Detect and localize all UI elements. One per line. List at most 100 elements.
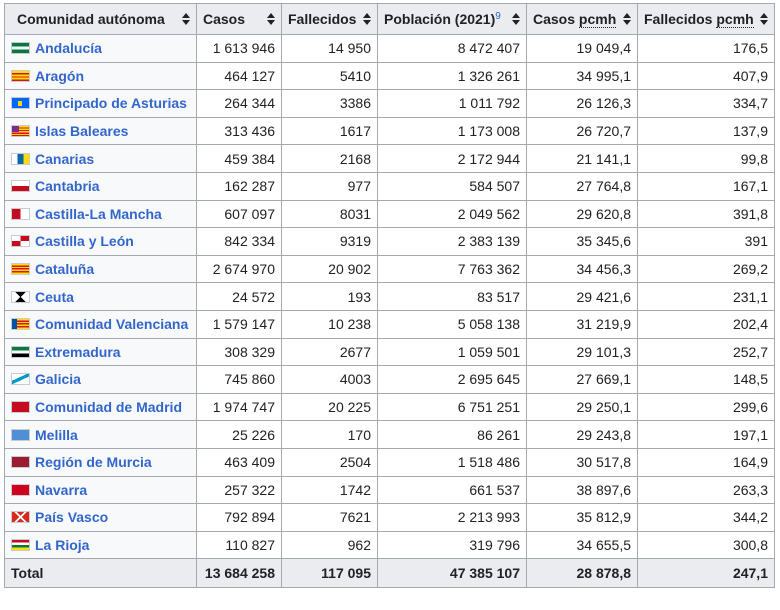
region-cell: Galicia [4,365,197,394]
fallecidos-cell: 5410 [281,61,378,91]
table-row: Cataluña 2 674 970 20 902 7 763 362 34 456,3… [4,254,775,284]
region-link[interactable]: Extremadura [35,344,121,360]
column-header-casos[interactable]: Casos [196,3,282,35]
region-link[interactable]: Aragón [35,68,84,84]
table-row: La Rioja 110 827 962 319 796 34 655,5 300,8 [4,530,775,560]
region-link[interactable]: País Vasco [35,509,108,525]
poblacion-cell: 319 796 [377,530,527,560]
fallecidos-cell: 2677 [281,337,378,367]
poblacion-cell: 584 507 [377,171,527,201]
cataluna-flag-icon [11,263,30,276]
fallecidos-cell: 14 950 [281,34,378,63]
table-row: Comunidad de Madrid 1 974 747 20 225 6 751 … [4,392,775,422]
fallecidos-cell: 20 902 [281,254,378,284]
region-link[interactable]: Melilla [35,427,78,443]
region-cell: Cantabria [4,171,197,201]
region-link[interactable]: Región de Murcia [35,454,152,470]
casos-cell: 313 436 [196,116,282,146]
casos-pcmh-cell: 35 345,6 [526,227,638,256]
casos-cell: 25 226 [196,420,282,449]
aragon-flag-icon [11,69,30,82]
fallecidos-cell: 1742 [281,475,378,505]
baleares-flag-icon [11,125,30,138]
navarra-flag-icon [11,483,30,496]
region-link[interactable]: Castilla y León [35,233,134,249]
region-link[interactable]: Ceuta [35,289,74,305]
covid-table: Comunidad autónoma Casos Fallecidos Pobl… [4,3,775,589]
region-de-murcia-flag-icon [11,456,30,469]
casos-cell: 463 409 [196,447,282,477]
table-container: Comunidad autónoma Casos Fallecidos Pobl… [4,3,775,589]
casos-pcmh-cell: 21 141,1 [526,144,638,173]
galicia-flag-icon [11,373,30,386]
table-row: Castilla y León 842 334 9319 2 383 139 35 34… [4,227,775,256]
column-header-comunidad[interactable]: Comunidad autónoma [4,3,197,35]
fallecidos-cell: 7621 [281,503,378,532]
table-header: Comunidad autónoma Casos Fallecidos Pobl… [4,3,775,35]
region-link[interactable]: Andalucía [35,40,102,56]
region-link[interactable]: Cantabria [35,178,100,194]
reference-link[interactable]: 9 [495,11,501,22]
fallecidos-pcmh-cell: 137,9 [637,116,775,146]
fallecidos-cell: 4003 [281,365,378,394]
fallecidos-pcmh-cell: 164,9 [637,447,775,477]
table-row: Región de Murcia 463 409 2504 1 518 486 30 5… [4,447,775,477]
table-body: Andalucía 1 613 946 14 950 8 472 407 19 049,… [4,34,775,560]
column-header-fallecidos-pcmh[interactable]: Fallecidos pcmh [637,3,775,35]
casos-pcmh-cell: 26 126,3 [526,89,638,118]
castilla-y-leon-flag-icon [11,235,30,248]
column-header-fallecidos[interactable]: Fallecidos [281,3,378,35]
region-cell: Melilla [4,420,197,449]
fallecidos-pcmh-cell: 252,7 [637,337,775,367]
region-link[interactable]: Cataluña [35,261,94,277]
region-link[interactable]: Islas Baleares [35,123,128,139]
poblacion-cell: 1 173 008 [377,116,527,146]
region-cell: Canarias [4,144,197,173]
casos-pcmh-cell: 29 620,8 [526,199,638,229]
column-header-label: Población (2021) [384,11,496,27]
table-footer: Total 13 684 258 117 095 47 385 107 28 8… [4,558,775,589]
sort-icon [182,13,190,25]
region-cell: Cataluña [4,254,197,284]
fallecidos-pcmh-cell: 344,2 [637,503,775,532]
region-cell: Principado de Asturias [4,89,197,118]
casos-cell: 1 613 946 [196,34,282,63]
la-rioja-flag-icon [11,538,30,551]
region-link[interactable]: Navarra [35,482,87,498]
fallecidos-pcmh-cell: 176,5 [637,34,775,63]
fallecidos-pcmh-cell: 263,3 [637,475,775,505]
casos-cell: 308 329 [196,337,282,367]
column-header-poblacion[interactable]: Población (2021)9 [377,3,527,35]
ceuta-flag-icon [11,290,30,303]
region-link[interactable]: Galicia [35,371,81,387]
region-link[interactable]: Comunidad Valenciana [35,316,188,332]
region-link[interactable]: Canarias [35,151,94,167]
region-cell: Extremadura [4,337,197,367]
extremadura-flag-icon [11,345,30,358]
total-row: Total 13 684 258 117 095 47 385 107 28 8… [4,558,775,589]
poblacion-cell: 83 517 [377,282,527,311]
column-header-label: Fallecidos [644,11,717,27]
fallecidos-cell: 1617 [281,116,378,146]
region-link[interactable]: La Rioja [35,537,89,553]
fallecidos-pcmh-cell: 391,8 [637,199,775,229]
casos-cell: 745 860 [196,365,282,394]
region-cell: La Rioja [4,530,197,560]
poblacion-cell: 86 261 [377,420,527,449]
casos-cell: 162 287 [196,171,282,201]
casos-pcmh-cell: 26 720,7 [526,116,638,146]
poblacion-cell: 2 172 944 [377,144,527,173]
column-header-label: Casos [203,11,246,27]
region-link[interactable]: Castilla-La Mancha [35,206,162,222]
andalucia-flag-icon [11,42,30,55]
fallecidos-cell: 9319 [281,227,378,256]
region-link[interactable]: Comunidad de Madrid [35,399,182,415]
column-header-casos-pcmh[interactable]: Casos pcmh [526,3,638,35]
fallecidos-pcmh-cell: 197,1 [637,420,775,449]
fallecidos-pcmh-cell: 99,8 [637,144,775,173]
table-row: Ceuta 24 572 193 83 517 29 421,6 231,1 [4,282,775,311]
poblacion-cell: 2 695 645 [377,365,527,394]
region-link[interactable]: Principado de Asturias [35,95,187,111]
table-row: Castilla-La Mancha 607 097 8031 2 049 562 29… [4,199,775,229]
poblacion-cell: 1 326 261 [377,61,527,91]
